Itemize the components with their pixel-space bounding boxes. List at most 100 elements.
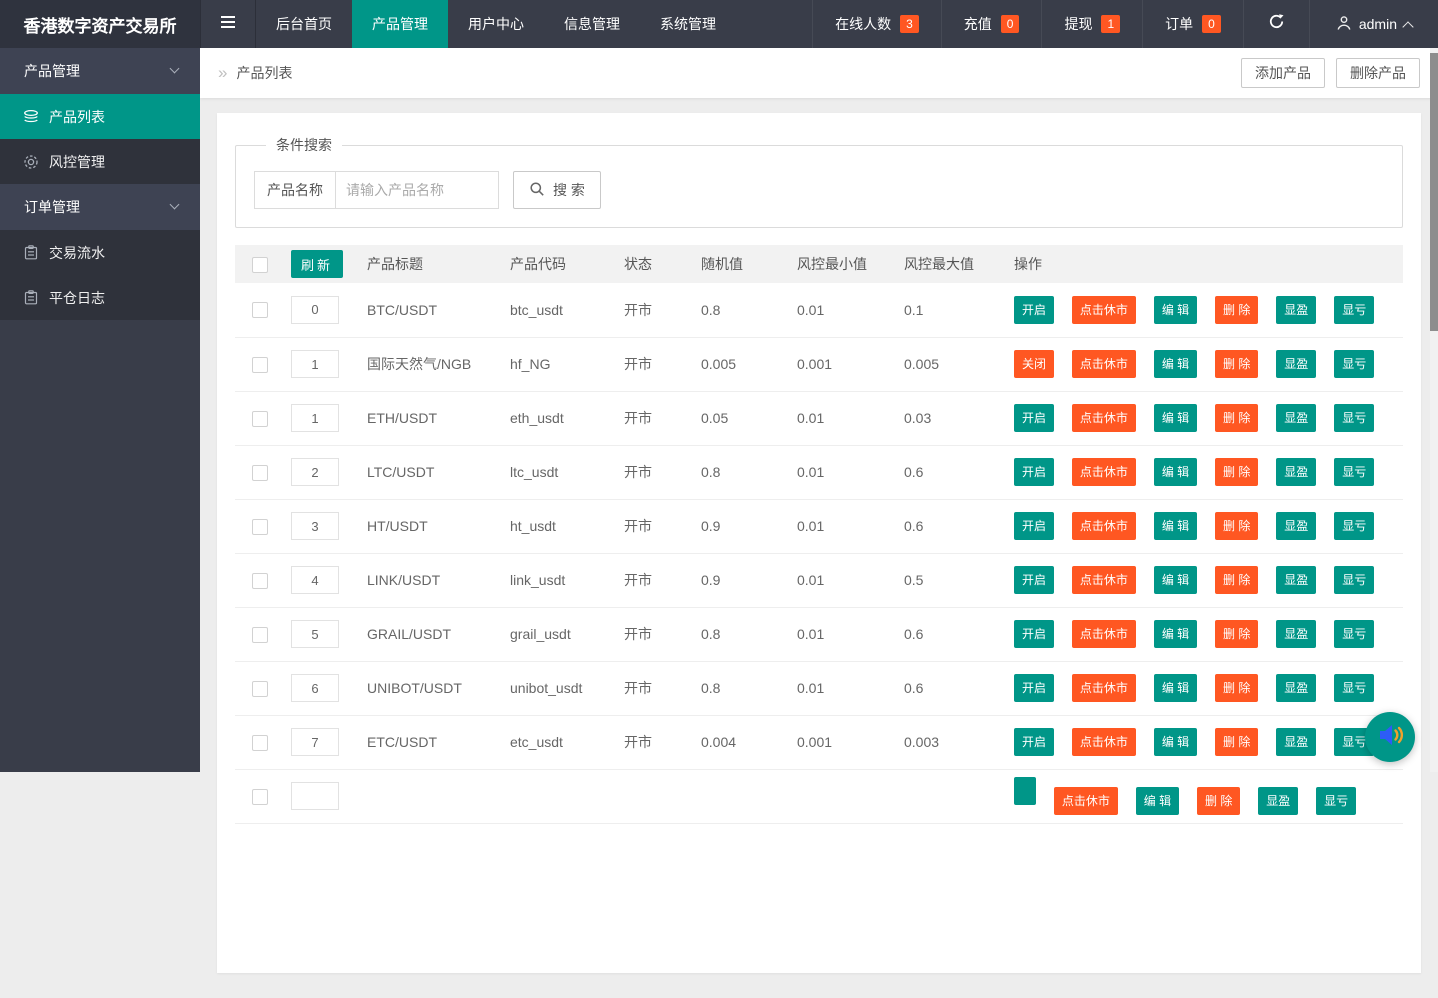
pause-market-button[interactable]: 点击休市 bbox=[1072, 458, 1136, 486]
edit-button[interactable]: 编 辑 bbox=[1154, 296, 1197, 324]
row-checkbox[interactable] bbox=[252, 735, 268, 751]
delete-button[interactable]: 删 除 bbox=[1215, 728, 1258, 756]
pause-market-button[interactable]: 点击休市 bbox=[1054, 787, 1118, 815]
toggle-market-button[interactable]: 开启 bbox=[1014, 674, 1054, 702]
sort-input[interactable] bbox=[291, 674, 339, 702]
sidebar-item[interactable]: 产品列表 bbox=[0, 94, 200, 139]
show-loss-button[interactable]: 显亏 bbox=[1334, 350, 1374, 378]
pause-market-button[interactable]: 点击休市 bbox=[1072, 620, 1136, 648]
row-checkbox[interactable] bbox=[252, 681, 268, 697]
sort-input[interactable] bbox=[291, 458, 339, 486]
edit-button[interactable]: 编 辑 bbox=[1154, 458, 1197, 486]
pause-market-button[interactable]: 点击休市 bbox=[1072, 350, 1136, 378]
show-loss-button[interactable]: 显亏 bbox=[1334, 566, 1374, 594]
sidebar-section-title[interactable]: 产品管理 bbox=[0, 48, 200, 94]
sort-input[interactable] bbox=[291, 404, 339, 432]
show-profit-button[interactable]: 显盈 bbox=[1276, 296, 1316, 324]
delete-button[interactable]: 删 除 bbox=[1215, 350, 1258, 378]
show-profit-button[interactable]: 显盈 bbox=[1276, 512, 1316, 540]
delete-button[interactable]: 删 除 bbox=[1215, 512, 1258, 540]
show-profit-button[interactable]: 显盈 bbox=[1276, 674, 1316, 702]
top-nav-item[interactable]: 系统管理 bbox=[640, 0, 736, 48]
edit-button[interactable]: 编 辑 bbox=[1154, 620, 1197, 648]
refresh-page-button[interactable] bbox=[1243, 0, 1309, 48]
status-counter[interactable]: 订单 0 bbox=[1142, 0, 1243, 48]
delete-button[interactable]: 删 除 bbox=[1215, 674, 1258, 702]
show-loss-button[interactable]: 显亏 bbox=[1334, 458, 1374, 486]
top-nav-item[interactable]: 后台首页 bbox=[256, 0, 352, 48]
show-profit-button[interactable]: 显盈 bbox=[1276, 404, 1316, 432]
delete-button[interactable]: 删 除 bbox=[1215, 566, 1258, 594]
add-product-button[interactable]: 添加产品 bbox=[1241, 58, 1325, 88]
delete-button[interactable]: 删 除 bbox=[1215, 404, 1258, 432]
sidebar-item[interactable]: 交易流水 bbox=[0, 230, 200, 275]
delete-button[interactable]: 删 除 bbox=[1197, 787, 1240, 815]
pause-market-button[interactable]: 点击休市 bbox=[1072, 296, 1136, 324]
select-all-checkbox[interactable] bbox=[252, 257, 268, 273]
user-menu[interactable]: admin bbox=[1309, 0, 1438, 48]
status-counter[interactable]: 提现 1 bbox=[1041, 0, 1142, 48]
delete-button[interactable]: 删 除 bbox=[1215, 296, 1258, 324]
row-checkbox[interactable] bbox=[252, 573, 268, 589]
show-profit-button[interactable]: 显盈 bbox=[1276, 728, 1316, 756]
show-loss-button[interactable]: 显亏 bbox=[1334, 512, 1374, 540]
show-profit-button[interactable]: 显盈 bbox=[1276, 458, 1316, 486]
sidebar-item[interactable]: 风控管理 bbox=[0, 139, 200, 184]
edit-button[interactable]: 编 辑 bbox=[1154, 512, 1197, 540]
delete-button[interactable]: 删 除 bbox=[1215, 620, 1258, 648]
sort-input[interactable] bbox=[291, 350, 339, 378]
show-profit-button[interactable]: 显盈 bbox=[1276, 350, 1316, 378]
page-scrollbar[interactable] bbox=[1430, 48, 1438, 772]
status-counter[interactable]: 充值 0 bbox=[941, 0, 1042, 48]
scrollbar-thumb[interactable] bbox=[1430, 53, 1438, 331]
edit-button[interactable]: 编 辑 bbox=[1154, 350, 1197, 378]
delete-button[interactable]: 删 除 bbox=[1215, 458, 1258, 486]
delete-product-button[interactable]: 删除产品 bbox=[1336, 58, 1420, 88]
sort-input[interactable] bbox=[291, 728, 339, 756]
toggle-market-button[interactable]: 开启 bbox=[1014, 296, 1054, 324]
sort-input[interactable] bbox=[291, 620, 339, 648]
edit-button[interactable]: 编 辑 bbox=[1154, 404, 1197, 432]
sidebar-collapse-button[interactable] bbox=[200, 0, 256, 48]
row-checkbox[interactable] bbox=[252, 411, 268, 427]
edit-button[interactable]: 编 辑 bbox=[1154, 728, 1197, 756]
show-loss-button[interactable]: 显亏 bbox=[1334, 296, 1374, 324]
edit-button[interactable]: 编 辑 bbox=[1154, 566, 1197, 594]
show-profit-button[interactable]: 显盈 bbox=[1276, 566, 1316, 594]
customer-service-float-button[interactable] bbox=[1365, 712, 1415, 762]
toggle-market-button[interactable]: 开启 bbox=[1014, 620, 1054, 648]
toggle-market-button[interactable]: 开启 bbox=[1014, 404, 1054, 432]
pause-market-button[interactable]: 点击休市 bbox=[1072, 566, 1136, 594]
row-checkbox[interactable] bbox=[252, 302, 268, 318]
row-checkbox[interactable] bbox=[252, 789, 268, 805]
sort-input[interactable] bbox=[291, 512, 339, 540]
sidebar-item[interactable]: 平仓日志 bbox=[0, 275, 200, 320]
product-name-input[interactable] bbox=[335, 171, 499, 209]
row-checkbox[interactable] bbox=[252, 627, 268, 643]
show-profit-button[interactable]: 显盈 bbox=[1276, 620, 1316, 648]
show-loss-button[interactable]: 显亏 bbox=[1334, 620, 1374, 648]
pause-market-button[interactable]: 点击休市 bbox=[1072, 728, 1136, 756]
pause-market-button[interactable]: 点击休市 bbox=[1072, 512, 1136, 540]
show-loss-button[interactable]: 显亏 bbox=[1334, 404, 1374, 432]
row-checkbox[interactable] bbox=[252, 465, 268, 481]
toggle-market-button[interactable]: 开启 bbox=[1014, 728, 1054, 756]
show-profit-button[interactable]: 显盈 bbox=[1258, 787, 1298, 815]
pause-market-button[interactable]: 点击休市 bbox=[1072, 404, 1136, 432]
edit-button[interactable]: 编 辑 bbox=[1136, 787, 1179, 815]
top-nav-item[interactable]: 用户中心 bbox=[448, 0, 544, 48]
row-checkbox[interactable] bbox=[252, 357, 268, 373]
pause-market-button[interactable]: 点击休市 bbox=[1072, 674, 1136, 702]
sort-input[interactable] bbox=[291, 782, 339, 810]
sidebar-section-title[interactable]: 订单管理 bbox=[0, 184, 200, 230]
top-nav-item[interactable]: 信息管理 bbox=[544, 0, 640, 48]
status-counter[interactable]: 在线人数 3 bbox=[812, 0, 941, 48]
show-loss-button[interactable]: 显亏 bbox=[1334, 674, 1374, 702]
toggle-market-button[interactable]: 开启 bbox=[1014, 566, 1054, 594]
show-loss-button[interactable]: 显亏 bbox=[1316, 787, 1356, 815]
search-button[interactable]: 搜 索 bbox=[513, 171, 601, 209]
refresh-table-button[interactable]: 刷新 bbox=[291, 250, 343, 278]
toggle-market-button[interactable] bbox=[1014, 777, 1036, 805]
toggle-market-button[interactable]: 开启 bbox=[1014, 512, 1054, 540]
toggle-market-button[interactable]: 关闭 bbox=[1014, 350, 1054, 378]
